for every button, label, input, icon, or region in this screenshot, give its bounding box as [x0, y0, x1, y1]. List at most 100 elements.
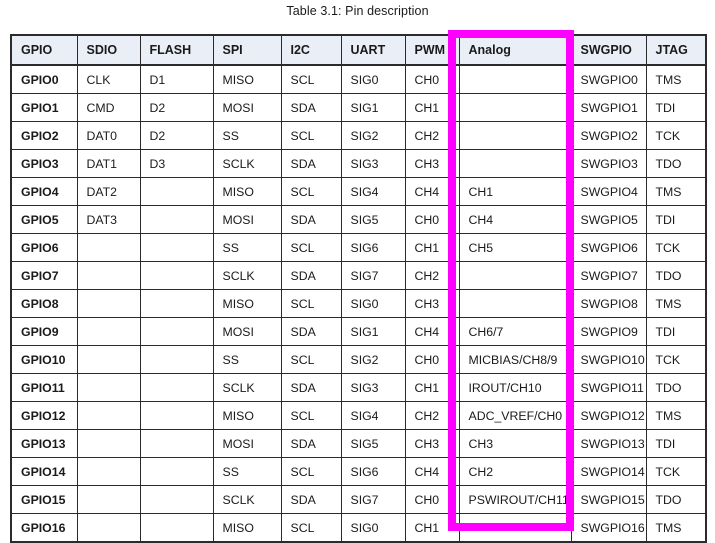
column-header-uart: UART — [340, 34, 406, 66]
table-cell-spi: MISO — [212, 401, 282, 430]
table-cell-analog: PSWIROUT/CH11 — [458, 485, 572, 514]
table-cell-jtag: TMS — [645, 401, 707, 430]
table-cell-jtag: TMS — [645, 513, 707, 543]
row-label-cell: GPIO12 — [10, 401, 78, 430]
table-cell-analog: CH3 — [458, 429, 572, 458]
table-cell-pwm: CH2 — [404, 261, 460, 290]
row-label-cell: GPIO1 — [10, 93, 78, 122]
table-cell-sdio — [76, 373, 141, 402]
row-label-cell: GPIO4 — [10, 177, 78, 206]
table-cell-pwm: CH1 — [404, 373, 460, 402]
table-cell-i2c: SDA — [280, 261, 342, 290]
table-cell-uart: SIG6 — [340, 457, 406, 486]
table-row: GPIO0 CLK D1 MISO SCL SIG0 CH0 SWGPIO0 TMS — [10, 64, 707, 94]
table-cell-analog — [458, 289, 572, 318]
table-cell-swgpio: SWGPIO10 — [570, 345, 647, 374]
table-cell-uart: SIG3 — [340, 149, 406, 178]
table-cell-i2c: SCL — [280, 64, 342, 94]
table-row: GPIO11 SCLK SDA SIG3 CH1 IROUT/CH10 SWGPIO11 TD… — [10, 373, 707, 402]
table-cell-sdio: CLK — [76, 64, 141, 94]
table-body: GPIO0 CLK D1 MISO SCL SIG0 CH0 SWGPIO0 TMS GPIO1 C… — [10, 64, 707, 543]
table-row: GPIO8 MISO SCL SIG0 CH3 SWGPIO8 TMS — [10, 289, 707, 318]
table-cell-jtag: TDO — [645, 261, 707, 290]
table-cell-flash — [139, 345, 214, 374]
table-cell-jtag: TDO — [645, 149, 707, 178]
table-cell-flash: D1 — [139, 64, 214, 94]
table-cell-pwm: CH4 — [404, 177, 460, 206]
table-row: GPIO6 SS SCL SIG6 CH1 CH5 SWGPIO6 TCK — [10, 233, 707, 262]
table-cell-swgpio: SWGPIO11 — [570, 373, 647, 402]
table-cell-uart: SIG3 — [340, 373, 406, 402]
table-cell-swgpio: SWGPIO1 — [570, 93, 647, 122]
table-cell-uart: SIG7 — [340, 485, 406, 514]
table-cell-flash — [139, 205, 214, 234]
table-cell-sdio — [76, 345, 141, 374]
table-cell-sdio — [76, 513, 141, 543]
table-cell-analog: CH2 — [458, 457, 572, 486]
table-cell-analog: CH6/7 — [458, 317, 572, 346]
table-cell-pwm: CH4 — [404, 317, 460, 346]
row-label-cell: GPIO5 — [10, 205, 78, 234]
table-cell-analog: IROUT/CH10 — [458, 373, 572, 402]
table-cell-i2c: SCL — [280, 401, 342, 430]
pin-description-table: GPIO SDIO FLASH SPI I2C UART PWM Analog SWGPIO JT… — [10, 34, 707, 543]
table-cell-swgpio: SWGPIO13 — [570, 429, 647, 458]
table-cell-i2c: SDA — [280, 317, 342, 346]
table-cell-analog — [458, 513, 572, 543]
table-cell-uart: SIG4 — [340, 401, 406, 430]
table-cell-jtag: TDI — [645, 429, 707, 458]
table-cell-jtag: TDO — [645, 485, 707, 514]
table-cell-i2c: SCL — [280, 457, 342, 486]
table-cell-swgpio: SWGPIO12 — [570, 401, 647, 430]
table-cell-i2c: SCL — [280, 513, 342, 543]
table-cell-swgpio: SWGPIO4 — [570, 177, 647, 206]
table-cell-jtag: TMS — [645, 289, 707, 318]
table-cell-swgpio: SWGPIO5 — [570, 205, 647, 234]
table-cell-pwm: CH3 — [404, 149, 460, 178]
row-label-cell: GPIO9 — [10, 317, 78, 346]
table-cell-uart: SIG2 — [340, 121, 406, 150]
table-cell-spi: MISO — [212, 177, 282, 206]
table-cell-jtag: TDI — [645, 93, 707, 122]
table-cell-spi: SCLK — [212, 373, 282, 402]
table-cell-pwm: CH2 — [404, 121, 460, 150]
table-cell-i2c: SDA — [280, 93, 342, 122]
table-cell-analog — [458, 149, 572, 178]
table-cell-jtag: TCK — [645, 121, 707, 150]
column-header-i2c: I2C — [280, 34, 342, 66]
table-cell-sdio — [76, 485, 141, 514]
column-header-swgpio: SWGPIO — [570, 34, 647, 66]
table-cell-i2c: SCL — [280, 233, 342, 262]
table-cell-swgpio: SWGPIO0 — [570, 64, 647, 94]
table-cell-flash — [139, 233, 214, 262]
row-label-cell: GPIO0 — [10, 64, 78, 94]
table-cell-flash — [139, 513, 214, 543]
column-header-jtag: JTAG — [645, 34, 707, 66]
table-cell-sdio — [76, 289, 141, 318]
row-label-cell: GPIO16 — [10, 513, 78, 543]
table-row: GPIO9 MOSI SDA SIG1 CH4 CH6/7 SWGPIO9 TDI — [10, 317, 707, 346]
table-cell-pwm: CH0 — [404, 205, 460, 234]
table-cell-i2c: SCL — [280, 345, 342, 374]
table-cell-flash — [139, 317, 214, 346]
table-cell-jtag: TMS — [645, 177, 707, 206]
table-cell-uart: SIG0 — [340, 289, 406, 318]
table-cell-spi: MOSI — [212, 429, 282, 458]
table-cell-jtag: TMS — [645, 64, 707, 94]
table-cell-sdio — [76, 429, 141, 458]
table-cell-swgpio: SWGPIO6 — [570, 233, 647, 262]
row-label-cell: GPIO14 — [10, 457, 78, 486]
table-row: GPIO1 CMD D2 MOSI SDA SIG1 CH1 SWGPIO1 TDI — [10, 93, 707, 122]
table-cell-sdio — [76, 401, 141, 430]
table-cell-jtag: TDI — [645, 317, 707, 346]
table-cell-jtag: TDO — [645, 373, 707, 402]
table-cell-spi: SS — [212, 233, 282, 262]
table-cell-pwm: CH3 — [404, 289, 460, 318]
table-cell-swgpio: SWGPIO14 — [570, 457, 647, 486]
table-cell-swgpio: SWGPIO3 — [570, 149, 647, 178]
table-cell-sdio — [76, 261, 141, 290]
table-cell-flash: D2 — [139, 121, 214, 150]
row-label-cell: GPIO7 — [10, 261, 78, 290]
table-cell-pwm: CH0 — [404, 485, 460, 514]
table-cell-uart: SIG0 — [340, 513, 406, 543]
